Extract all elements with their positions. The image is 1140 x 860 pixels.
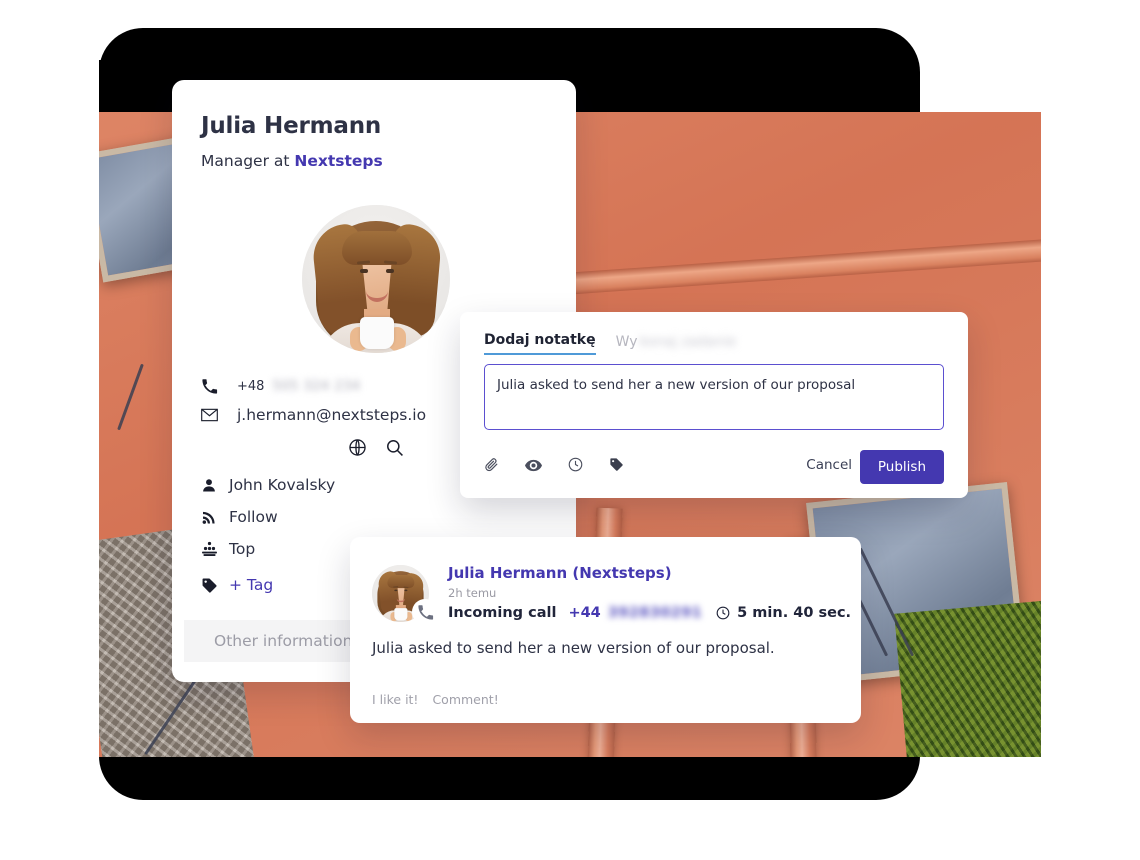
activity-author[interactable]: Julia Hermann (Nextsteps)	[448, 564, 672, 582]
avatar-mug	[394, 608, 408, 621]
user-icon	[201, 477, 229, 494]
phone-country-code: +48	[237, 379, 265, 394]
list-item[interactable]: John Kovalsky	[201, 476, 335, 494]
rss-icon	[201, 509, 229, 526]
note-editor-panel: Dodaj notatkę Wykonaj zadanie Cancel Pub…	[460, 312, 968, 498]
email-value[interactable]: j.hermann@nextsteps.io	[237, 406, 426, 424]
globe-icon[interactable]	[348, 438, 367, 461]
clock-icon	[716, 606, 730, 620]
profile-role-prefix: Manager at	[201, 152, 295, 170]
list-item[interactable]: Follow	[201, 508, 278, 526]
list-item[interactable]: Top	[201, 540, 255, 558]
cancel-button[interactable]: Cancel	[806, 457, 852, 473]
phone-icon	[201, 378, 227, 395]
phone-icon	[412, 599, 438, 625]
profile-quick-actions	[348, 438, 404, 461]
activity-actions: I like it! Comment!	[372, 692, 499, 707]
tab-add-note[interactable]: Dodaj notatkę	[484, 332, 596, 355]
activity-timestamp: 2h temu	[448, 586, 497, 600]
call-country-code: +44	[568, 605, 601, 621]
activity-card: Julia Hermann (Nextsteps) 2h temu Incomi…	[350, 537, 861, 723]
call-duration: 5 min. 40 sec.	[737, 605, 852, 621]
list-item-label: Follow	[229, 508, 278, 526]
note-input[interactable]	[484, 364, 944, 430]
avatar-eye	[404, 589, 408, 592]
avatar-eye	[360, 269, 368, 273]
comment-button[interactable]: Comment!	[432, 692, 498, 707]
tab-secondary[interactable]: Wy konaj zadanie	[616, 334, 737, 355]
page-title: Julia Hermann	[201, 113, 382, 139]
avatar	[302, 205, 450, 353]
activity-call-line: Incoming call +44 392830291 5 min. 40 se…	[448, 605, 851, 621]
contact-phone-row: +48 505 324 234	[201, 378, 361, 395]
tag-icon	[201, 577, 229, 594]
clock-icon[interactable]	[568, 457, 583, 476]
paperclip-icon[interactable]	[484, 457, 499, 476]
tab-secondary-blurred-label: konaj zadanie	[639, 334, 737, 350]
publish-button[interactable]: Publish	[859, 450, 944, 484]
profile-role: Manager at Nextsteps	[201, 152, 383, 170]
list-item-label: Top	[229, 540, 256, 558]
add-tag-label: + Tag	[229, 576, 274, 594]
call-type-label: Incoming call	[448, 605, 557, 621]
avatar-mug	[360, 317, 394, 349]
envelope-icon	[201, 408, 227, 422]
list-item-label: John Kovalsky	[229, 476, 336, 494]
add-tag-row[interactable]: + Tag	[201, 576, 273, 594]
avatar-fringe	[387, 575, 415, 589]
activity-body-text: Julia asked to send her a new version of…	[372, 639, 775, 657]
phone-number-masked: 505 324 234	[272, 379, 361, 394]
contact-email-row: j.hermann@nextsteps.io	[201, 406, 426, 424]
search-icon[interactable]	[385, 438, 404, 461]
like-button[interactable]: I like it!	[372, 692, 418, 707]
eye-icon[interactable]	[525, 457, 542, 476]
profile-company-link[interactable]: Nextsteps	[294, 152, 382, 170]
other-information-label: Other information	[214, 632, 353, 650]
tab-secondary-label: Wy	[615, 334, 638, 350]
note-toolbar	[484, 457, 624, 476]
avatar-eye	[386, 269, 394, 273]
avatar-fringe	[342, 231, 412, 265]
group-icon	[201, 541, 229, 558]
call-number-masked: 392830291	[607, 605, 703, 621]
note-editor-tabs: Dodaj notatkę Wy konaj zadanie	[484, 332, 736, 355]
avatar-eye	[394, 589, 398, 592]
grass-patch	[894, 600, 1041, 757]
tag-icon[interactable]	[609, 457, 624, 476]
